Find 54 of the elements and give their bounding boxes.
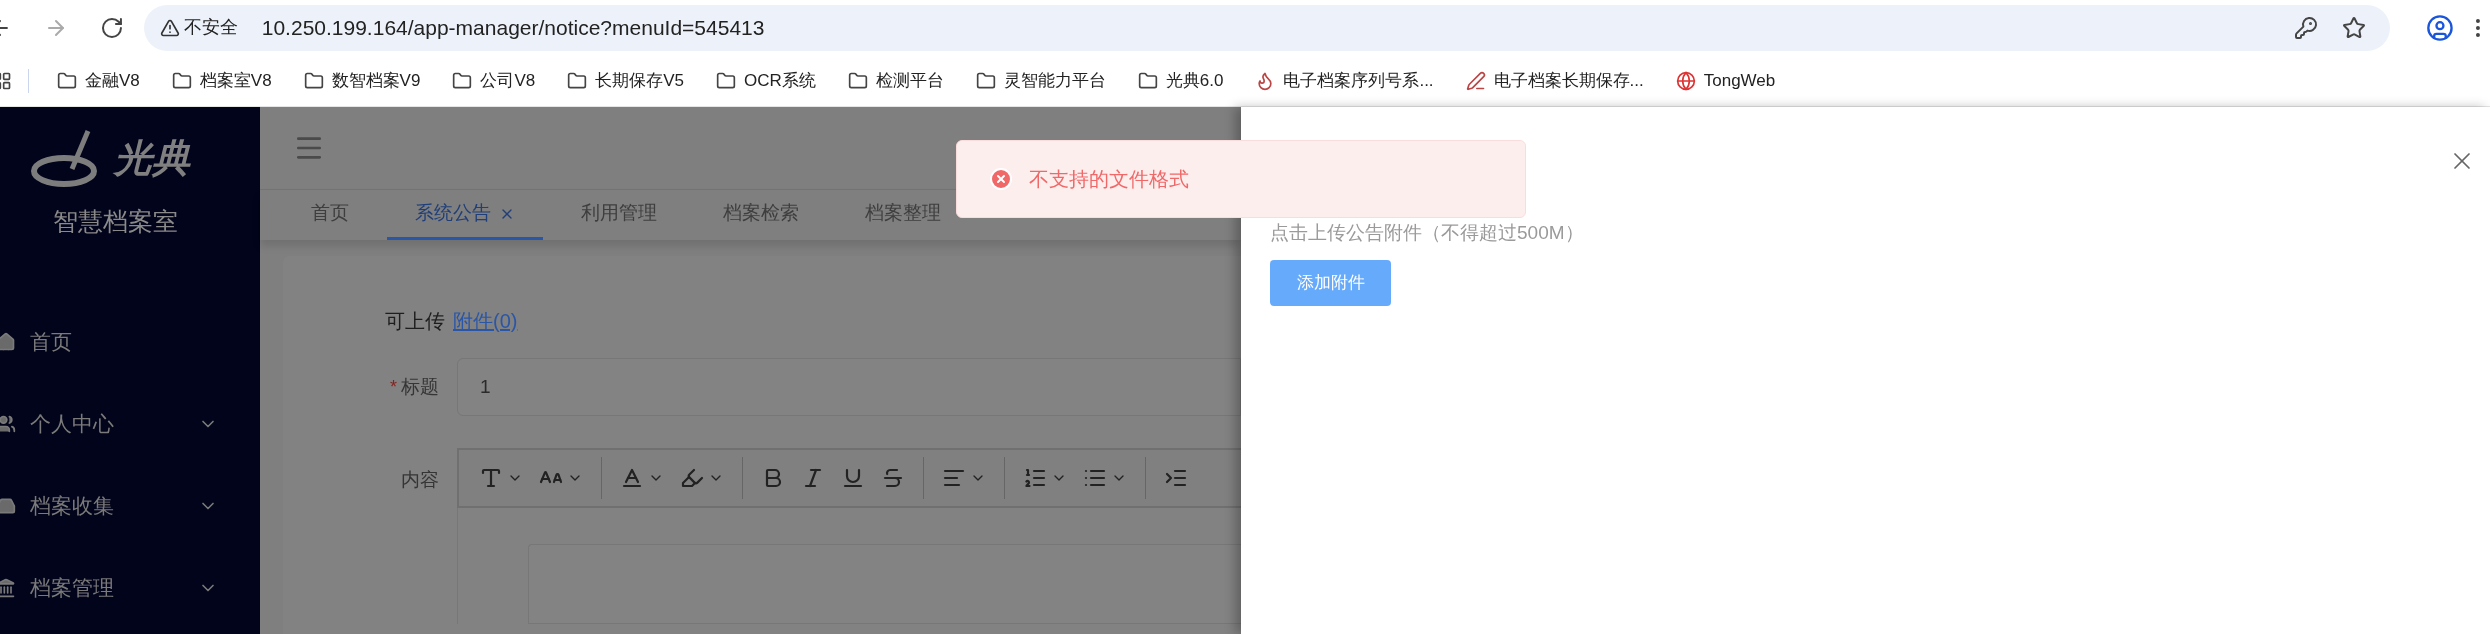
folder-icon xyxy=(1137,70,1158,91)
upload-hint: 点击上传公告附件（不得超过500M） xyxy=(1270,221,1585,245)
bookmark-item[interactable]: 检测平台 xyxy=(835,62,956,99)
app-title: 智慧档案室 xyxy=(51,206,179,237)
bookmark-item[interactable]: OCR系统 xyxy=(704,62,828,99)
bookmark-item[interactable]: 公司V8 xyxy=(440,62,548,99)
error-icon xyxy=(989,167,1013,191)
strikethrough-icon xyxy=(881,466,905,490)
menu-item[interactable]: 档案管理 xyxy=(0,546,260,629)
folder-icon xyxy=(975,70,996,91)
folder-icon xyxy=(57,70,77,91)
title-input[interactable]: 1 xyxy=(457,358,1241,416)
key-icon[interactable] xyxy=(2294,15,2319,40)
site-icon xyxy=(1465,70,1486,91)
folder-icon xyxy=(567,70,588,91)
bookmark-item[interactable]: 金融V8 xyxy=(45,62,152,99)
menu-item[interactable]: 首页 xyxy=(0,300,260,383)
highlight-icon xyxy=(680,466,704,490)
folder-icon xyxy=(452,70,473,91)
field-label: 标题 xyxy=(401,374,439,399)
bookmark-item[interactable]: 数智档案V9 xyxy=(291,62,433,99)
warning-icon xyxy=(159,17,180,38)
security-label: 不安全 xyxy=(183,16,238,39)
bank-icon xyxy=(0,577,16,598)
bookmark-item[interactable]: 灵智能力平台 xyxy=(963,62,1118,99)
user-icon xyxy=(0,413,16,434)
bookmark-item[interactable]: TongWeb xyxy=(1663,62,1788,99)
folder-icon xyxy=(303,70,324,91)
folder-icon xyxy=(171,70,192,91)
bookmark-item[interactable]: 电子档案长期保存... xyxy=(1453,62,1656,99)
required-mark: * xyxy=(390,375,397,399)
reload-icon[interactable] xyxy=(99,15,124,40)
bookmark-item[interactable]: 长期保存V5 xyxy=(555,62,696,99)
site-icon xyxy=(1675,70,1696,91)
font-color-icon xyxy=(620,466,644,490)
bookmark-item[interactable]: 光典6.0 xyxy=(1125,62,1236,99)
home-icon xyxy=(0,331,16,352)
bookmark-star-icon[interactable] xyxy=(2342,15,2367,40)
folder-icon xyxy=(847,70,868,91)
logo-text: 光典 xyxy=(114,139,190,177)
bookmark-item[interactable]: 电子档案序列号系... xyxy=(1243,62,1446,99)
bookmark-item[interactable]: 档案室V8 xyxy=(159,62,284,99)
error-toast: 不支持的文件格式 xyxy=(956,140,1526,218)
profile-icon[interactable] xyxy=(2426,13,2455,42)
numbered-list-icon xyxy=(1023,466,1047,490)
field-label: 内容 xyxy=(401,468,439,492)
menu-item[interactable]: 个人中心 xyxy=(0,382,260,465)
address-bar[interactable]: 不安全 10.250.199.164/app-manager/notice?menuId=545413 xyxy=(143,4,2391,51)
url-text: 10.250.199.164/app-manager/notice?menuId=545413 xyxy=(261,14,765,41)
folder-icon xyxy=(716,70,736,91)
underline-icon xyxy=(841,466,865,490)
menu-item[interactable]: 档案收集 xyxy=(0,464,260,547)
upload-label: 可上传 xyxy=(385,309,445,334)
font-size-icon xyxy=(479,466,503,490)
